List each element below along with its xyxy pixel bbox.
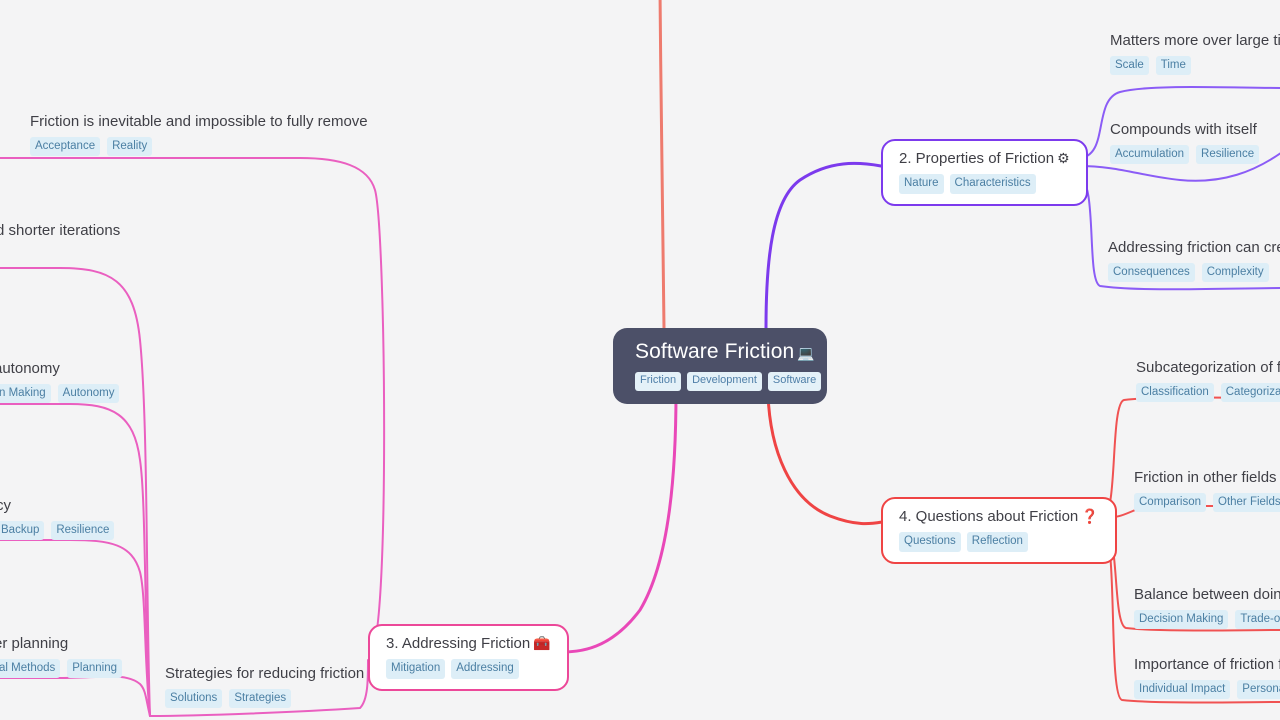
leaf-tag: Individual Impact — [1134, 679, 1231, 700]
leaf-node-autonomy[interactable]: autonomy n Making Autonomy — [0, 360, 120, 404]
leaf-tag: Trade-offs — [1235, 609, 1280, 630]
branch-tag: Addressing — [451, 659, 519, 679]
leaf-tag: Personal G — [1237, 679, 1280, 700]
leaf-tag: Complexity — [1201, 262, 1269, 283]
toolbox-icon: 🧰 — [533, 635, 551, 651]
branch-node-properties-of-friction[interactable]: 2. Properties of Friction ⚙ Nature Charac… — [881, 139, 1088, 206]
root-tag: Software — [767, 372, 822, 392]
leaf-tag: Classification — [1136, 382, 1214, 403]
leaf-tag: Backup — [0, 520, 45, 541]
leaf-tag: Acceptance — [30, 136, 101, 157]
leaf-tag-list: al Methods Planning — [0, 658, 123, 679]
leaf-node-redundancy[interactable]: cy Backup Resilience — [0, 497, 115, 541]
leaf-title: Friction is inevitable and impossible to… — [30, 113, 368, 130]
root-tag: Friction — [635, 372, 682, 392]
root-title: Software Friction 💻 — [635, 340, 815, 364]
edge-root-to-branch2 — [764, 161, 883, 330]
leaf-title: Compounds with itself — [1110, 121, 1257, 138]
branch-tag: Nature — [899, 174, 944, 194]
leaf-node-importance-of-friction[interactable]: Importance of friction fo Individual Imp… — [1134, 656, 1280, 700]
leaf-tag: Scale — [1110, 55, 1149, 76]
leaf-title: Importance of friction fo — [1134, 656, 1280, 673]
leaf-tag: Consequences — [1108, 262, 1195, 283]
leaf-tag-list: n Making Autonomy — [0, 383, 120, 404]
branch-node-questions-about-friction[interactable]: 4. Questions about Friction ❓ Questions R… — [881, 497, 1117, 564]
leaf-node-matters-more-over-large-time[interactable]: Matters more over large time Scale Time — [1110, 32, 1280, 76]
leaf-title: d shorter iterations — [0, 222, 121, 239]
leaf-title: er planning — [0, 635, 69, 652]
root-node[interactable]: Software Friction 💻 Friction Development … — [613, 328, 827, 405]
edge-root-to-branch4 — [766, 392, 884, 526]
branch-tag-list: Nature Characteristics — [899, 174, 1070, 194]
edge-root-to-branch3 — [558, 390, 678, 654]
leaf-tag: Solutions — [165, 688, 223, 709]
leaf-title: autonomy — [0, 360, 60, 377]
leaf-tag-list: Decision Making Trade-offs — [1134, 609, 1280, 630]
leaf-tag-list: Backup Resilience — [0, 520, 115, 541]
leaf-node-friction-is-inevitable[interactable]: Friction is inevitable and impossible to… — [30, 113, 368, 157]
branch-tag: Questions — [899, 532, 961, 552]
branch-tag-list: Mitigation Addressing — [386, 659, 551, 679]
leaf-tag: n Making — [0, 383, 51, 404]
branch-title-text: 4. Questions about Friction — [899, 508, 1079, 525]
leaf-title: Strategies for reducing friction — [165, 665, 365, 682]
leaf-tag: Resilience — [51, 520, 115, 541]
leaf-tag-list: Individual Impact Personal G — [1134, 679, 1280, 700]
branch-title-text: 2. Properties of Friction — [899, 150, 1055, 167]
leaf-tag: Comparison — [1134, 492, 1206, 513]
leaf-tag: Planning — [67, 658, 123, 679]
root-title-text: Software Friction — [635, 340, 795, 363]
leaf-tag: Reality — [107, 136, 153, 157]
leaf-title: Friction in other fields — [1134, 469, 1277, 486]
root-tag: Development — [687, 372, 762, 392]
leaf-tag: Other Fields — [1213, 492, 1280, 513]
branch-tag-list: Questions Reflection — [899, 532, 1099, 552]
leaf-tag-list: Comparison Other Fields — [1134, 492, 1280, 513]
branch-tag: Mitigation — [386, 659, 446, 679]
leaf-title: Subcategorization of fric — [1136, 359, 1280, 376]
laptop-icon: 💻 — [797, 345, 815, 361]
branch-title-text: 3. Addressing Friction — [386, 635, 531, 652]
edge-root-to-branch1 — [658, 0, 666, 330]
root-tag-list: Friction Development Software — [635, 372, 822, 392]
leaf-node-balance-between-doing[interactable]: Balance between doing a Decision Making … — [1134, 586, 1280, 630]
leaf-tag: al Methods — [0, 658, 61, 679]
leaf-title: Matters more over large time — [1110, 32, 1280, 49]
leaf-node-compounds-with-itself[interactable]: Compounds with itself Accumulation Resil… — [1110, 121, 1260, 165]
branch-title: 4. Questions about Friction ❓ — [899, 508, 1099, 526]
leaf-title: Addressing friction can creat — [1108, 239, 1280, 256]
branch-node-addressing-friction[interactable]: 3. Addressing Friction 🧰 Mitigation Addre… — [368, 624, 569, 691]
edge-branch3-child5 — [0, 675, 151, 717]
question-mark-icon: ❓ — [1081, 508, 1099, 524]
branch-tag: Reflection — [966, 532, 1028, 552]
leaf-node-friction-in-other-fields[interactable]: Friction in other fields Comparison Othe… — [1134, 469, 1280, 513]
gear-icon: ⚙ — [1057, 150, 1070, 166]
leaf-tag-list: Accumulation Resilience — [1110, 144, 1260, 165]
leaf-tag-list: Consequences Complexity — [1108, 262, 1280, 283]
leaf-tag-list: Scale Time — [1110, 55, 1280, 76]
leaf-title: cy — [0, 497, 11, 514]
leaf-tag-list: Classification Categorization — [1136, 382, 1280, 403]
leaf-node-planning[interactable]: er planning al Methods Planning — [0, 635, 123, 679]
leaf-tag: Time — [1155, 55, 1191, 76]
leaf-tag: Accumulation — [1110, 144, 1190, 165]
leaf-tag-list: Acceptance Reality — [30, 136, 368, 157]
branch-title: 3. Addressing Friction 🧰 — [386, 635, 551, 653]
branch-title: 2. Properties of Friction ⚙ — [899, 150, 1070, 168]
leaf-tag: Categorization — [1220, 382, 1280, 403]
mindmap-canvas: Software Friction 💻 Friction Development … — [0, 0, 1280, 720]
leaf-node-strategies-for-reducing-friction[interactable]: Strategies for reducing friction Solutio… — [165, 665, 365, 709]
leaf-tag: Resilience — [1196, 144, 1260, 165]
leaf-tag: Autonomy — [57, 383, 120, 404]
edge-branch3-child4 — [0, 538, 151, 717]
branch-tag: Characteristics — [949, 174, 1036, 194]
leaf-node-subcategorization-of-friction[interactable]: Subcategorization of fric Classification… — [1136, 359, 1280, 403]
leaf-title: Balance between doing a — [1134, 586, 1280, 603]
leaf-tag: Strategies — [229, 688, 292, 709]
leaf-tag: Decision Making — [1134, 609, 1229, 630]
leaf-node-addressing-friction-can-create[interactable]: Addressing friction can creat Consequenc… — [1108, 239, 1280, 283]
leaf-node-shorter-iterations[interactable]: d shorter iterations — [0, 222, 120, 241]
leaf-tag-list: Solutions Strategies — [165, 688, 364, 709]
